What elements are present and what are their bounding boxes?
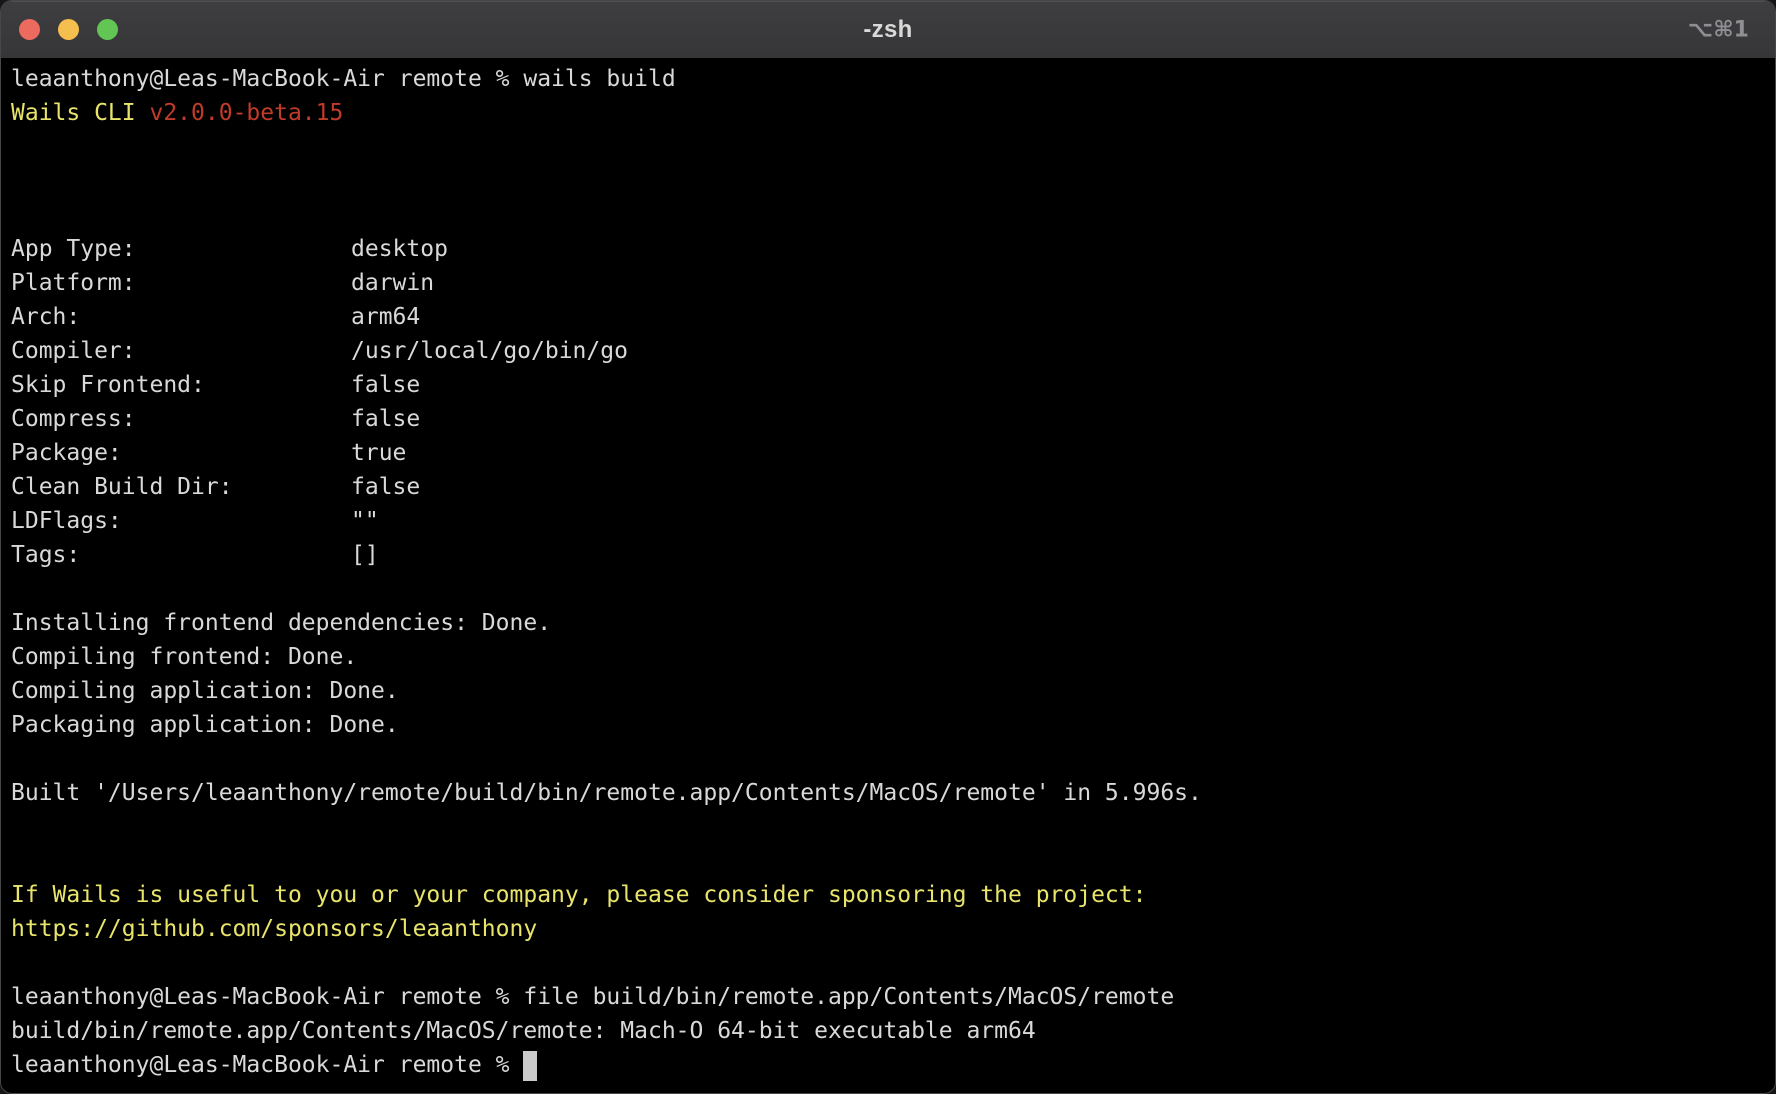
terminal-line: App Type:desktop (11, 232, 1765, 266)
terminal-cursor (523, 1051, 537, 1081)
config-label: Clean Build Dir: (11, 470, 351, 504)
terminal-text: https://github.com/sponsors/leaanthony (11, 916, 537, 942)
tab-shortcut-badge: ⌥⌘1 (1688, 17, 1749, 42)
terminal-line (11, 130, 1765, 164)
config-value: darwin (351, 270, 434, 296)
terminal-text: Wails CLI (11, 100, 149, 126)
terminal-text: If Wails is useful to you or your compan… (11, 882, 1146, 908)
terminal-text: build/bin/remote.app/Contents/MacOS/remo… (11, 1018, 1036, 1044)
terminal-line: Package:true (11, 436, 1765, 470)
terminal-line: Built '/Users/leaanthony/remote/build/bi… (11, 776, 1765, 810)
config-value: [] (351, 542, 379, 568)
config-value: true (351, 440, 406, 466)
config-value: arm64 (351, 304, 420, 330)
terminal-text: Compiling frontend: Done. (11, 644, 357, 670)
titlebar[interactable]: -zsh ⌥⌘1 (1, 1, 1775, 58)
window-controls (19, 19, 118, 40)
window-title: -zsh (1, 16, 1775, 44)
terminal-line (11, 742, 1765, 776)
terminal-line: leaanthony@Leas-MacBook-Air remote % (11, 1048, 1765, 1082)
config-label: Platform: (11, 266, 351, 300)
terminal-text: Compiling application: Done. (11, 678, 399, 704)
terminal-line: Wails CLI v2.0.0-beta.15 (11, 96, 1765, 130)
close-button[interactable] (19, 19, 40, 40)
config-label: App Type: (11, 232, 351, 266)
config-label: Package: (11, 436, 351, 470)
terminal-text: Packaging application: Done. (11, 712, 399, 738)
zoom-button[interactable] (97, 19, 118, 40)
terminal-line: Tags:[] (11, 538, 1765, 572)
terminal-text: leaanthony@Leas-MacBook-Air remote % fil… (11, 984, 1174, 1010)
terminal-line: Compiling application: Done. (11, 674, 1765, 708)
terminal-line: Compress:false (11, 402, 1765, 436)
config-label: LDFlags: (11, 504, 351, 538)
minimize-button[interactable] (58, 19, 79, 40)
terminal-line: leaanthony@Leas-MacBook-Air remote % fil… (11, 980, 1765, 1014)
terminal-line: If Wails is useful to you or your compan… (11, 878, 1765, 912)
terminal-line: Compiler:/usr/local/go/bin/go (11, 334, 1765, 368)
config-value: desktop (351, 236, 448, 262)
terminal-screen[interactable]: leaanthony@Leas-MacBook-Air remote % wai… (1, 58, 1775, 1093)
terminal-line: LDFlags:"" (11, 504, 1765, 538)
config-value: false (351, 372, 420, 398)
terminal-window: -zsh ⌥⌘1 leaanthony@Leas-MacBook-Air rem… (0, 0, 1776, 1094)
config-value: /usr/local/go/bin/go (351, 338, 628, 364)
config-value: "" (351, 508, 379, 534)
terminal-line (11, 810, 1765, 844)
config-label: Skip Frontend: (11, 368, 351, 402)
terminal-line: Clean Build Dir:false (11, 470, 1765, 504)
config-label: Compiler: (11, 334, 351, 368)
terminal-line (11, 946, 1765, 980)
terminal-line: Installing frontend dependencies: Done. (11, 606, 1765, 640)
terminal-line: Packaging application: Done. (11, 708, 1765, 742)
terminal-text: leaanthony@Leas-MacBook-Air remote % wai… (11, 66, 676, 92)
config-label: Compress: (11, 402, 351, 436)
config-label: Tags: (11, 538, 351, 572)
terminal-line: https://github.com/sponsors/leaanthony (11, 912, 1765, 946)
config-value: false (351, 474, 420, 500)
terminal-text: Built '/Users/leaanthony/remote/build/bi… (11, 780, 1202, 806)
terminal-line: build/bin/remote.app/Contents/MacOS/remo… (11, 1014, 1765, 1048)
terminal-line: Arch:arm64 (11, 300, 1765, 334)
terminal-line: Compiling frontend: Done. (11, 640, 1765, 674)
terminal-line: Platform:darwin (11, 266, 1765, 300)
terminal-text: leaanthony@Leas-MacBook-Air remote % (11, 1052, 523, 1078)
terminal-line: leaanthony@Leas-MacBook-Air remote % wai… (11, 62, 1765, 96)
terminal-line (11, 572, 1765, 606)
terminal-line (11, 198, 1765, 232)
config-value: false (351, 406, 420, 432)
terminal-line (11, 164, 1765, 198)
terminal-text: Installing frontend dependencies: Done. (11, 610, 551, 636)
terminal-text: v2.0.0-beta.15 (149, 100, 343, 126)
terminal-line (11, 844, 1765, 878)
config-label: Arch: (11, 300, 351, 334)
terminal-line: Skip Frontend:false (11, 368, 1765, 402)
